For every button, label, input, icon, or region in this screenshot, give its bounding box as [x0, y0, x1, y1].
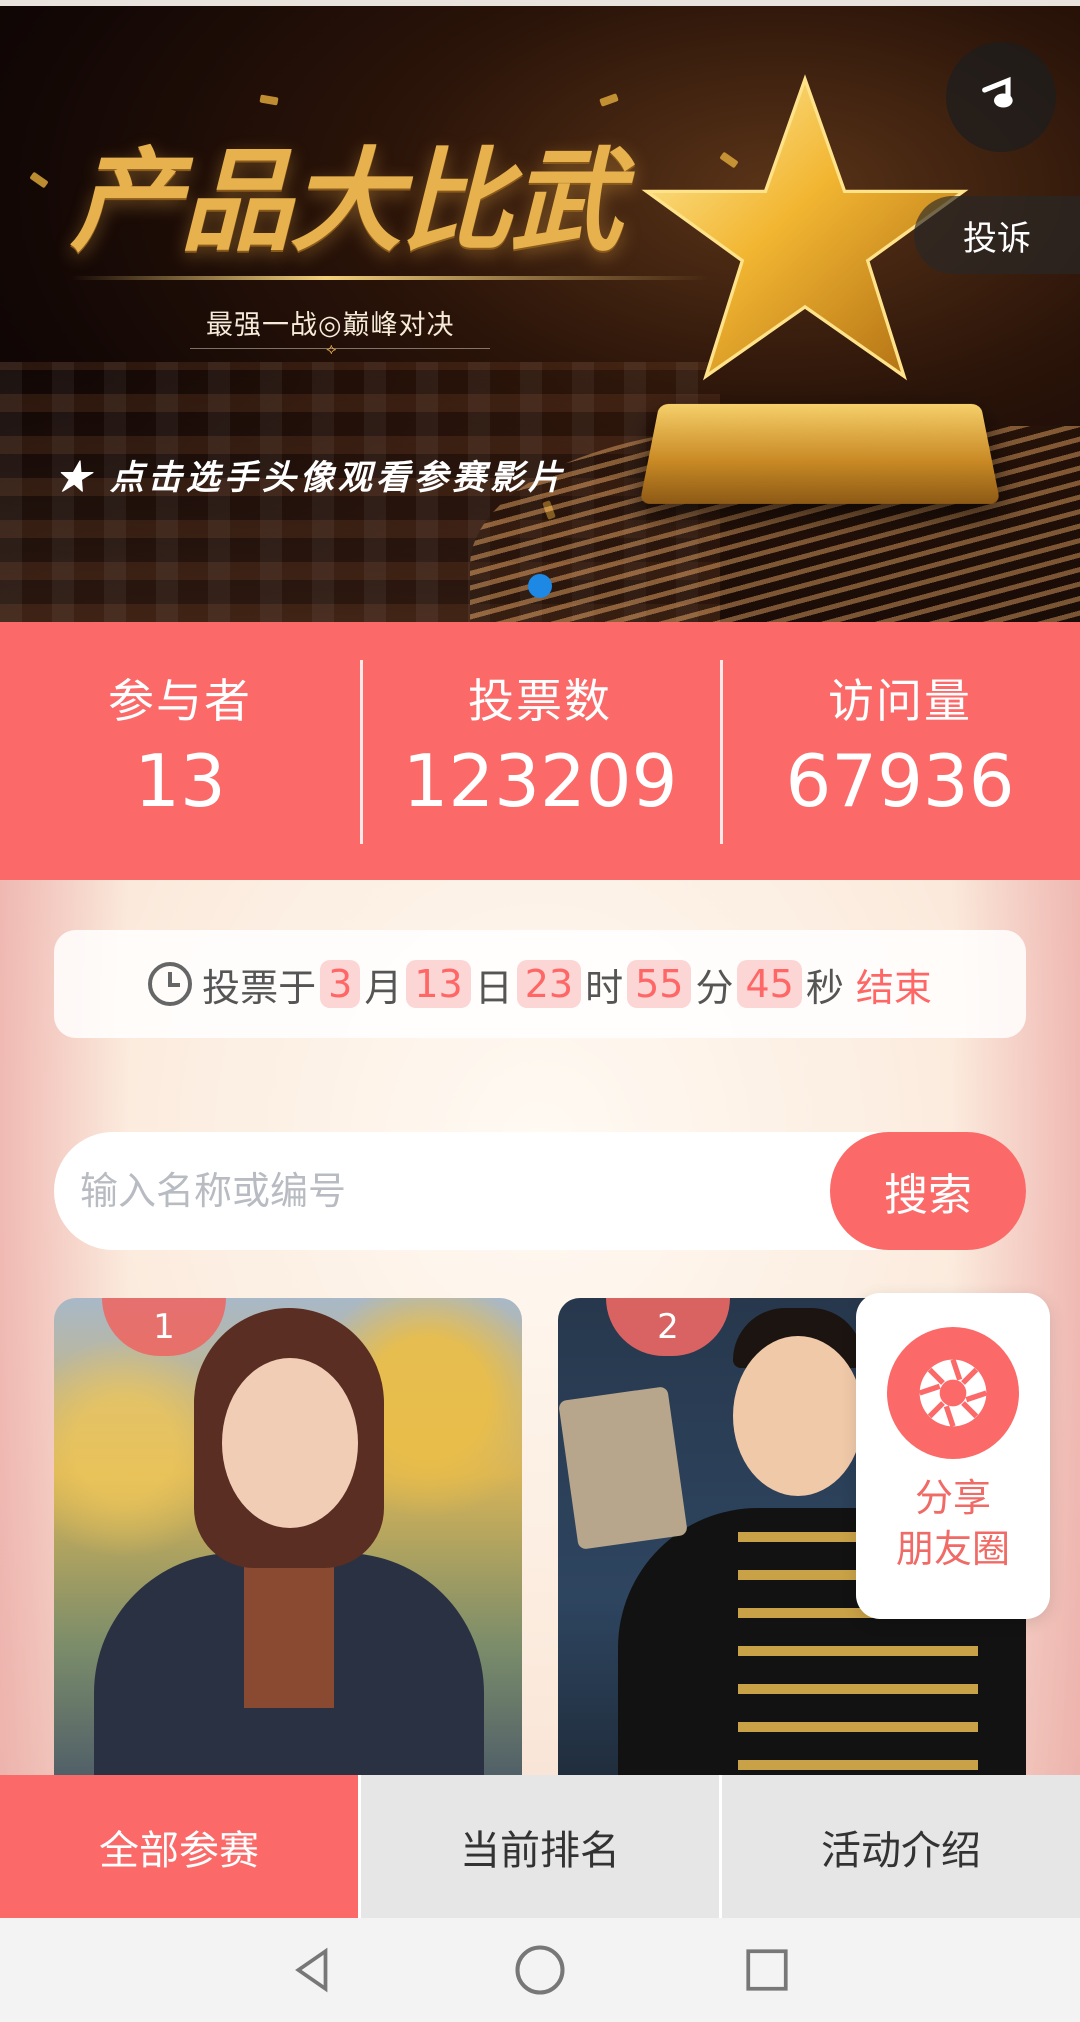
share-label-line2: 朋友圈 — [895, 1527, 1010, 1572]
music-toggle-button[interactable] — [946, 42, 1056, 152]
countdown-month: 3 — [320, 960, 361, 1008]
tab-current-ranking[interactable]: 当前排名 — [358, 1775, 719, 1918]
search-button[interactable]: 搜索 — [830, 1132, 1026, 1250]
camera-aperture-icon — [887, 1327, 1019, 1459]
back-triangle-icon — [295, 1947, 328, 1993]
countdown-minute: 55 — [627, 960, 692, 1008]
stat-participants: 参与者 13 — [0, 622, 360, 880]
stat-visits: 访问量 67936 — [720, 622, 1080, 880]
countdown-hour-unit: 时 — [585, 965, 624, 1010]
contestant-photo-detail — [244, 1548, 334, 1708]
stat-votes: 投票数 123209 — [360, 622, 720, 880]
confetti-decoration — [259, 94, 279, 106]
music-note-icon — [982, 76, 1013, 108]
title-underline — [70, 276, 710, 280]
search-input[interactable] — [54, 1132, 830, 1250]
countdown-prefix: 投票于 — [202, 965, 317, 1010]
stat-value: 13 — [134, 738, 226, 823]
bottom-tab-bar: 全部参赛 当前排名 活动介绍 — [0, 1775, 1080, 1918]
banner-hint: ★ 点击选手头像观看参赛影片 — [56, 458, 566, 498]
stat-label: 参与者 — [108, 673, 252, 728]
clock-icon — [148, 962, 193, 1006]
countdown-day-unit: 日 — [474, 965, 513, 1010]
contestant-number-badge: 2 — [606, 1298, 730, 1356]
contestant-face — [733, 1336, 863, 1496]
countdown-second: 45 — [737, 960, 802, 1008]
share-moments-button[interactable]: 分享 朋友圈 — [856, 1293, 1050, 1619]
complain-button[interactable]: 投诉 — [914, 196, 1080, 274]
home-button[interactable] — [510, 1940, 570, 2000]
countdown-hour: 23 — [516, 960, 582, 1008]
countdown-suffix: 结束 — [855, 965, 932, 1010]
trophy-pedestal — [639, 403, 1001, 504]
recents-square-icon — [746, 1949, 788, 1991]
tab-activity-intro[interactable]: 活动介绍 — [719, 1775, 1080, 1918]
tab-all-entries[interactable]: 全部参赛 — [0, 1775, 358, 1918]
countdown-second-unit: 秒 — [805, 965, 844, 1010]
contestant-face — [222, 1358, 358, 1528]
banner-subtitle: 最强一战◎巅峰对决 — [206, 310, 455, 341]
banner-title: 产品大比武 — [70, 136, 622, 267]
back-button[interactable] — [283, 1940, 343, 2000]
stat-value: 67936 — [785, 738, 1015, 823]
system-navigation-bar — [0, 1918, 1080, 2022]
search-bar: 搜索 — [54, 1132, 1026, 1250]
carousel-indicator-dot[interactable] — [528, 574, 552, 598]
share-label-line1: 分享 — [914, 1476, 991, 1520]
ornament-icon: ⟡ — [326, 339, 337, 358]
subtitle-rule — [190, 348, 490, 349]
stat-label: 访问量 — [828, 673, 972, 728]
confetti-decoration — [29, 171, 49, 189]
vote-countdown: 投票于 3 月 13 日 23 时 55 分 45 秒 结束 — [54, 930, 1026, 1038]
recents-button[interactable] — [737, 1940, 797, 2000]
countdown-minute-unit: 分 — [695, 965, 734, 1010]
contestant-card[interactable]: 1 — [54, 1298, 522, 1775]
stat-value: 123209 — [402, 738, 678, 823]
countdown-month-unit: 月 — [364, 965, 403, 1010]
gift-box — [558, 1386, 688, 1550]
banner-carousel[interactable]: 产品大比武 最强一战◎巅峰对决 ⟡ ★ 点击选手头像观看参赛影片 投诉 — [0, 6, 1080, 622]
home-circle-icon — [515, 1945, 565, 1995]
confetti-decoration — [599, 93, 619, 107]
stats-bar: 参与者 13 投票数 123209 访问量 67936 — [0, 622, 1080, 880]
stat-label: 投票数 — [468, 673, 612, 728]
countdown-day: 13 — [406, 960, 471, 1008]
